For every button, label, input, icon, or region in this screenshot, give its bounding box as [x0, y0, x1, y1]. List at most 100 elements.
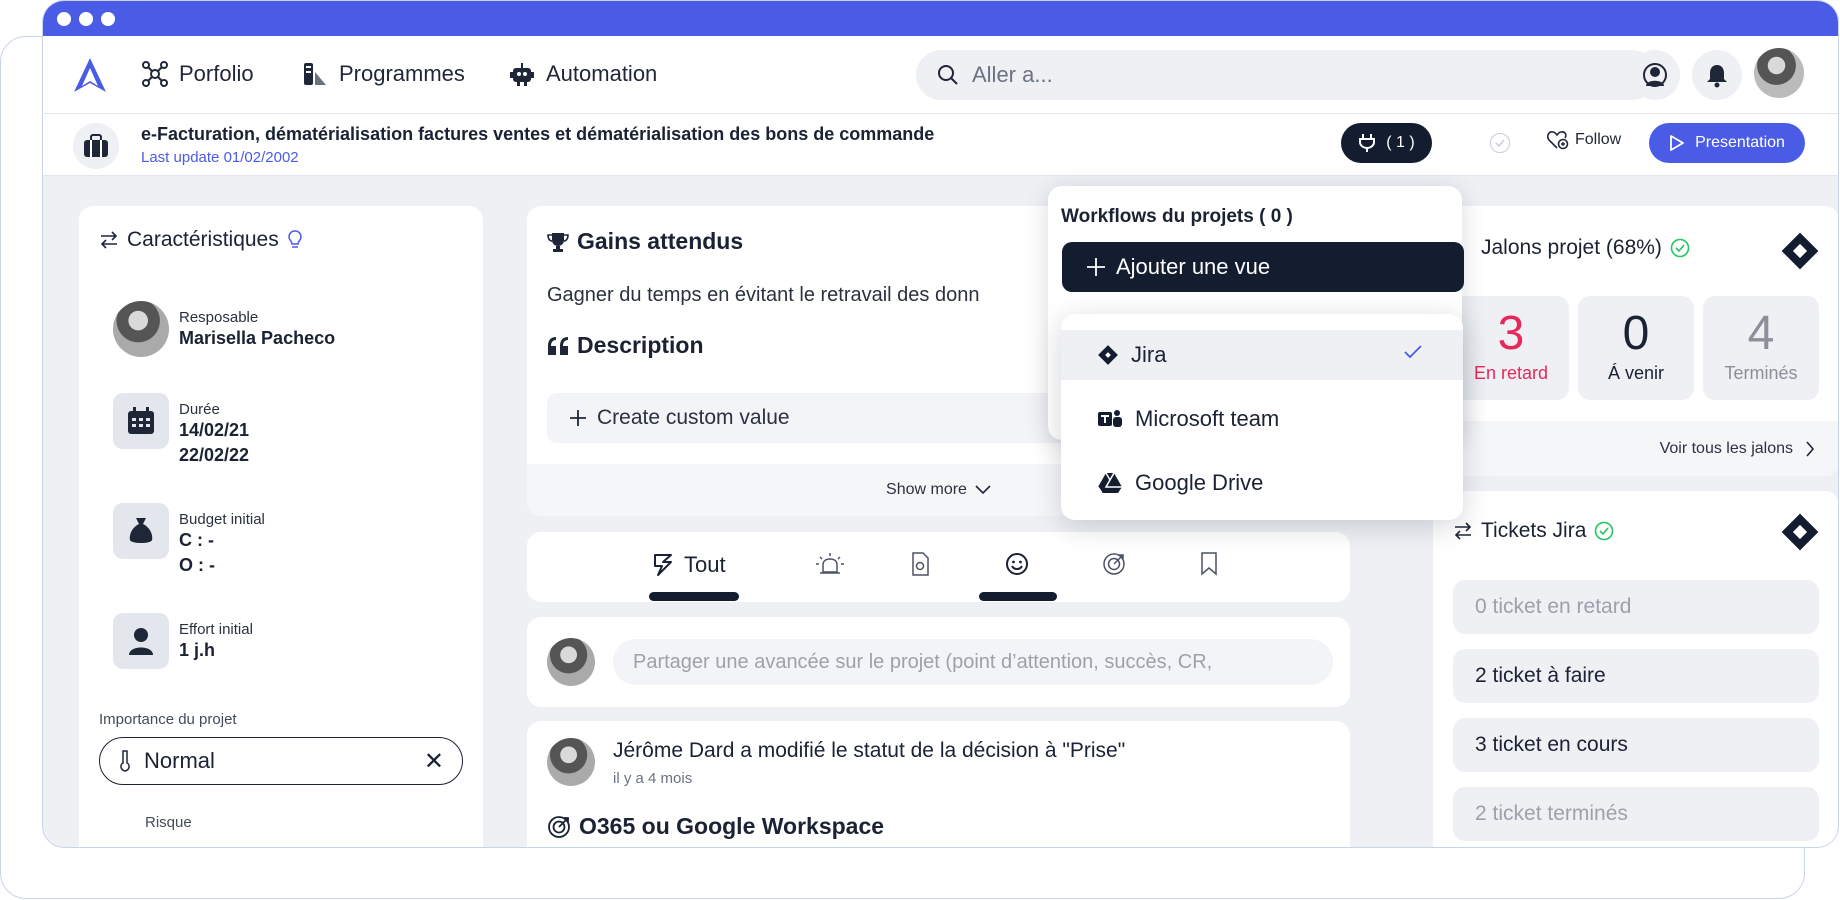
workflow-option-google-drive[interactable]: Google Drive — [1061, 458, 1463, 508]
clear-icon[interactable]: ✕ — [424, 747, 444, 776]
duree-label: Durée — [179, 401, 220, 418]
tab-decisions-indicator — [979, 592, 1057, 601]
siren-icon — [816, 553, 844, 574]
effort-label: Effort initial — [179, 621, 253, 638]
jalons-card: Jalons projet (68%) 3 En retard 0 Á veni… — [1433, 206, 1838, 476]
window-dot-minimize[interactable] — [79, 12, 93, 26]
tickets-title: Tickets Jira — [1481, 519, 1587, 542]
checkmark-icon — [1404, 345, 1422, 359]
plugins-count: ( 1 ) — [1386, 134, 1415, 151]
follow-button[interactable]: Follow — [1547, 130, 1621, 150]
workflow-options-menu: Jira Microsoft team Google Drive — [1061, 314, 1463, 520]
caracteristiques-card: Caractéristiques Resposable Marisella Pa… — [79, 206, 483, 847]
stat-a-venir[interactable]: 0 Á venir — [1578, 296, 1694, 400]
plugins-button[interactable]: ( 1 ) — [1341, 123, 1432, 163]
validate-check-icon[interactable] — [1490, 133, 1510, 153]
stat-termines[interactable]: 4 Terminés — [1703, 296, 1819, 400]
workflow-option-label: Microsoft team — [1135, 406, 1280, 431]
user-avatar[interactable] — [1754, 48, 1804, 98]
app-logo-icon[interactable] — [71, 56, 109, 94]
feed-author-avatar — [547, 738, 595, 786]
budget-row: Budget initial C : - O : - — [113, 503, 265, 578]
nav-item-label: Automation — [546, 61, 658, 86]
budget-label: Budget initial — [179, 511, 265, 528]
teams-icon — [1098, 410, 1122, 427]
gains-title: Gains attendus — [577, 228, 744, 254]
project-header: e-Facturation, dématérialisation facture… — [43, 114, 1838, 176]
tab-documents[interactable] — [910, 552, 930, 576]
project-last-update: Last update 01/02/2002 — [141, 149, 299, 166]
window-dot-maximize[interactable] — [101, 12, 115, 26]
add-view-label: Ajouter une vue — [1116, 254, 1271, 279]
workflow-option-teams[interactable]: Microsoft team — [1061, 394, 1463, 444]
check-circle-icon — [1670, 238, 1690, 258]
tab-alerts[interactable] — [815, 552, 845, 576]
ticket-row-termines[interactable]: 2 ticket terminés — [1453, 787, 1819, 841]
stat-en-retard-label: En retard — [1473, 363, 1549, 383]
budget-o: O : - — [179, 555, 215, 575]
importance-select[interactable]: Normal ✕ — [99, 737, 463, 785]
swap-arrows-icon — [1454, 522, 1472, 540]
add-view-button[interactable]: Ajouter une vue — [1062, 242, 1464, 292]
stat-en-retard[interactable]: 3 En retard — [1453, 296, 1569, 400]
programmes-icon — [301, 60, 329, 88]
importance-value: Normal — [144, 748, 215, 773]
chevron-right-icon — [1806, 440, 1815, 457]
voir-tous-jalons-link[interactable]: Voir tous les jalons — [1433, 421, 1838, 476]
gains-header: Gains attendus — [547, 228, 743, 255]
duree-row: Durée 14/02/21 22/02/22 — [113, 393, 249, 468]
risque-label: Risque — [145, 814, 192, 831]
workflow-option-label: Google Drive — [1135, 470, 1264, 495]
search-icon — [938, 65, 958, 85]
ticket-row-a-faire[interactable]: 2 ticket à faire — [1453, 649, 1819, 703]
lightbulb-icon[interactable] — [287, 230, 303, 250]
responsable-label: Resposable — [179, 309, 259, 326]
nav-item-programmes[interactable]: Programmes — [301, 60, 465, 88]
tickets-header: Tickets Jira — [1453, 519, 1614, 543]
tab-bookmarks[interactable] — [1200, 552, 1218, 576]
search-placeholder: Aller a... — [972, 62, 1053, 87]
feed-item: Jérôme Dard a modifié le statut de la dé… — [527, 721, 1350, 847]
workflows-title: Workflows du projets ( 0 ) — [1061, 206, 1293, 227]
share-progress-input[interactable]: Partager une avancée sur le projet (poin… — [613, 639, 1333, 685]
stat-termines-label: Terminés — [1724, 363, 1798, 383]
window-dot-close[interactable] — [57, 12, 71, 26]
document-icon — [912, 552, 929, 576]
tab-objectives[interactable] — [1102, 552, 1126, 576]
app-window: Porfolio Programmes Automation Aller a..… — [42, 0, 1839, 848]
search-input[interactable]: Aller a... — [916, 50, 1657, 100]
jira-icon — [1098, 345, 1118, 365]
robot-icon — [508, 60, 536, 88]
tab-decisions[interactable] — [1005, 552, 1029, 576]
importance-label: Importance du projet — [99, 711, 237, 728]
heart-plus-icon — [1547, 131, 1569, 150]
nav-item-label: Programmes — [339, 61, 465, 86]
nav-item-automation[interactable]: Automation — [508, 60, 657, 88]
tab-tout[interactable]: Tout — [652, 552, 726, 578]
thermometer-icon — [120, 750, 130, 772]
activity-tabs: Tout — [527, 532, 1350, 602]
jalons-title: Jalons projet (68%) — [1481, 236, 1662, 259]
target-icon — [1103, 553, 1125, 575]
notifications-button[interactable] — [1692, 50, 1742, 100]
effort-row: Effort initial 1 j.h — [113, 613, 253, 669]
check-circle-icon — [1595, 521, 1614, 541]
bookmark-icon — [1201, 552, 1217, 576]
nav-item-portfolio[interactable]: Porfolio — [141, 60, 254, 88]
user-profile-button[interactable] — [1630, 50, 1680, 100]
top-nav: Porfolio Programmes Automation Aller a..… — [43, 36, 1838, 114]
ticket-row-en-cours[interactable]: 3 ticket en cours — [1453, 718, 1819, 772]
caracteristiques-title: Caractéristiques — [127, 228, 279, 251]
workflow-option-jira[interactable]: Jira — [1061, 330, 1463, 380]
presentation-button[interactable]: Presentation — [1649, 123, 1805, 163]
feed-item-time: il y a 4 mois — [613, 770, 693, 787]
bell-icon — [1707, 65, 1727, 88]
description-title: Description — [577, 332, 704, 358]
ticket-row-retard[interactable]: 0 ticket en retard — [1453, 580, 1819, 634]
calendar-icon — [113, 393, 169, 449]
target-icon — [548, 815, 570, 838]
feed-item-title: Jérôme Dard a modifié le statut de la dé… — [613, 739, 1126, 762]
briefcase-icon — [73, 123, 119, 169]
quote-icon — [548, 336, 568, 355]
smiley-icon — [1006, 553, 1028, 575]
